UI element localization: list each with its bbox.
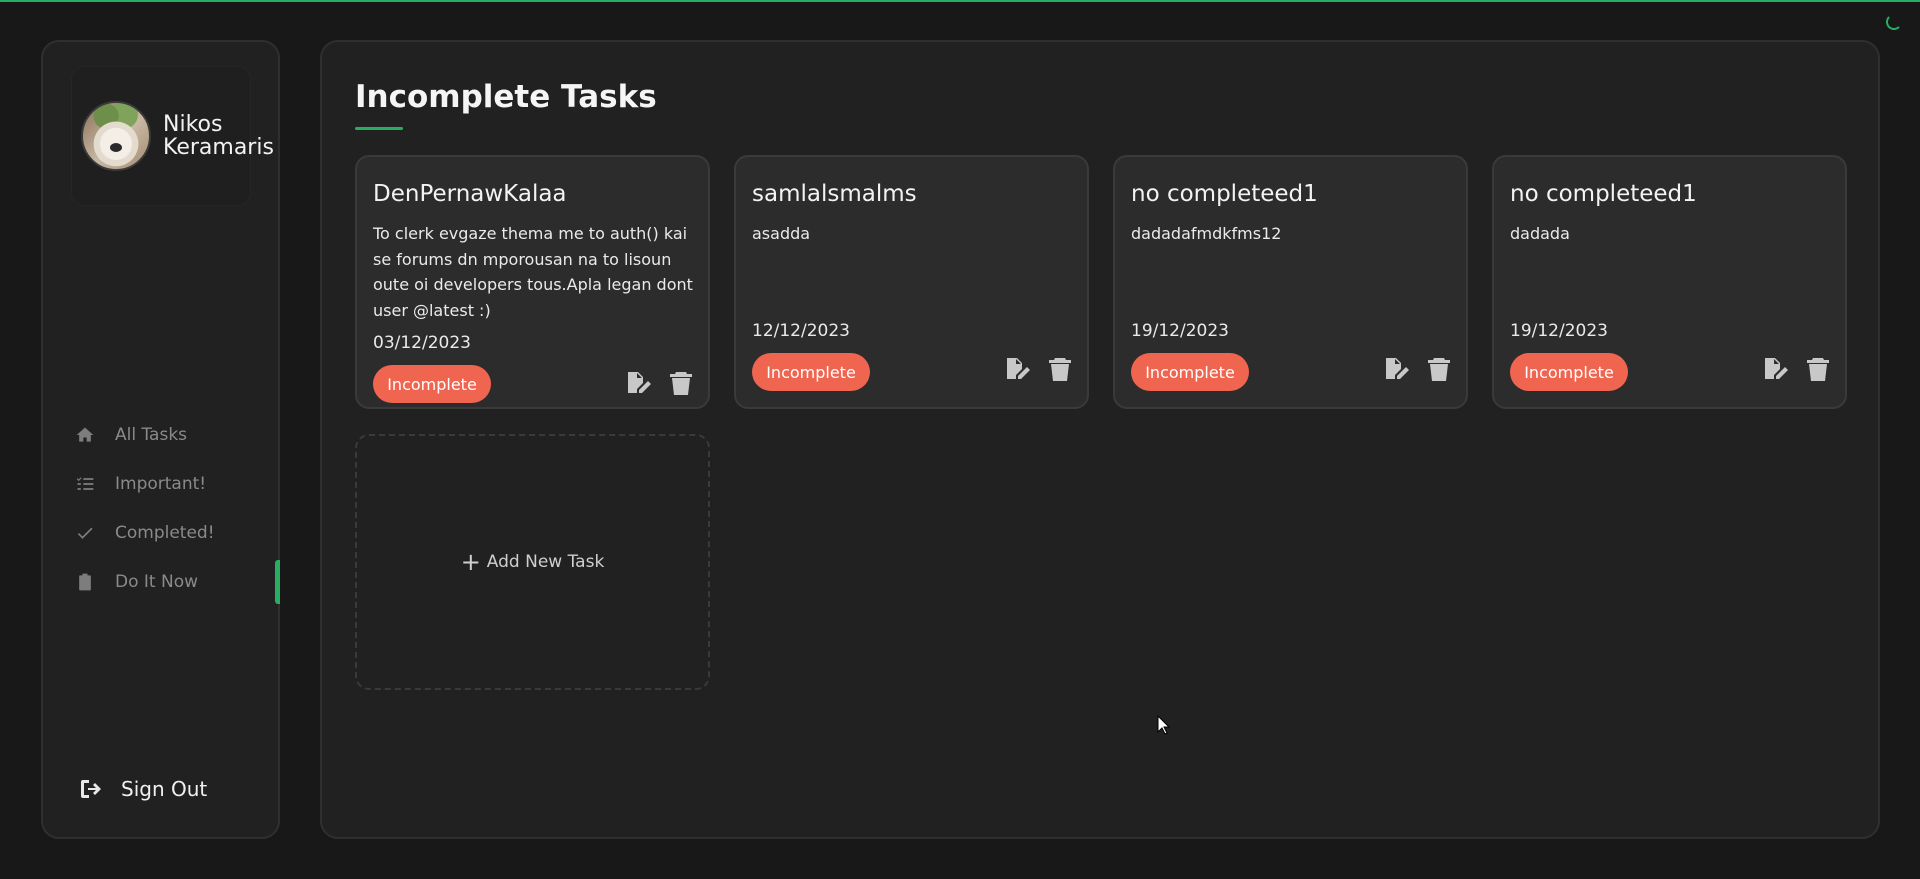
sign-out-button[interactable]: Sign Out — [79, 777, 207, 801]
sidebar-item-label: Completed! — [115, 523, 215, 543]
task-title: no completeed1 — [1510, 181, 1697, 207]
task-actions — [1763, 357, 1831, 381]
task-description: dadadafmdkfms12 — [1131, 224, 1282, 243]
loading-progress-bar — [0, 0, 1920, 2]
trash-icon[interactable] — [1047, 357, 1073, 381]
task-date: 19/12/2023 — [1131, 321, 1229, 341]
edit-icon[interactable] — [626, 371, 652, 395]
task-card: samlalsmalms asadda 12/12/2023 Incomplet… — [734, 155, 1089, 409]
home-icon — [76, 427, 94, 442]
status-button[interactable]: Incomplete — [1131, 353, 1249, 391]
task-date: 03/12/2023 — [373, 333, 471, 353]
sign-out-icon — [81, 780, 101, 798]
sidebar-item-label: All Tasks — [115, 425, 188, 445]
task-description: dadada — [1510, 224, 1570, 243]
add-task-label: Add New Task — [486, 552, 605, 572]
sidebar-item-label: Important! — [115, 474, 207, 494]
task-actions — [626, 371, 694, 395]
task-date: 12/12/2023 — [752, 321, 850, 341]
trash-icon[interactable] — [668, 371, 694, 395]
title-underline — [355, 127, 403, 130]
plus-icon: + — [460, 548, 481, 576]
user-name: Nikos Keramaris — [163, 112, 274, 160]
clipboard-icon — [79, 573, 91, 591]
task-actions — [1384, 357, 1452, 381]
check-icon — [77, 527, 93, 539]
sidebar: Nikos Keramaris All Tasks Important! Com… — [41, 40, 280, 839]
task-actions — [1005, 357, 1073, 381]
mouse-cursor-icon — [1157, 715, 1171, 735]
task-title: DenPernawKalaa — [373, 181, 567, 207]
edit-icon[interactable] — [1384, 357, 1410, 381]
status-button[interactable]: Incomplete — [752, 353, 870, 391]
task-title: samlalsmalms — [752, 181, 917, 207]
edit-icon[interactable] — [1005, 357, 1031, 381]
user-profile[interactable]: Nikos Keramaris — [71, 66, 274, 206]
page-title: Incomplete Tasks — [355, 79, 657, 115]
task-card: no completeed1 dadadafmdkfms12 19/12/202… — [1113, 155, 1468, 409]
trash-icon[interactable] — [1805, 357, 1831, 381]
sidebar-item-all-tasks[interactable]: All Tasks — [43, 412, 278, 458]
sidebar-item-label: Do It Now — [115, 572, 198, 592]
trash-icon[interactable] — [1426, 357, 1452, 381]
task-card: no completeed1 dadada 19/12/2023 Incompl… — [1492, 155, 1847, 409]
sidebar-item-important[interactable]: Important! — [43, 461, 278, 507]
task-description: asadda — [752, 224, 811, 243]
task-date: 19/12/2023 — [1510, 321, 1608, 341]
task-description: To clerk evgaze thema me to auth() kai s… — [373, 224, 693, 320]
list-check-icon — [76, 477, 94, 490]
status-button[interactable]: Incomplete — [373, 365, 491, 403]
sidebar-item-completed[interactable]: Completed! — [43, 510, 278, 556]
task-title: no completeed1 — [1131, 181, 1318, 207]
task-card: DenPernawKalaa To clerk evgaze thema me … — [355, 155, 710, 409]
sign-out-label: Sign Out — [121, 777, 208, 801]
status-button[interactable]: Incomplete — [1510, 353, 1628, 391]
sidebar-item-do-it-now[interactable]: Do It Now — [43, 559, 280, 605]
edit-icon[interactable] — [1763, 357, 1789, 381]
main-panel: Incomplete Tasks DenPernawKalaa To clerk… — [320, 40, 1880, 839]
add-task-button[interactable]: + Add New Task — [355, 434, 710, 690]
loading-spinner-icon — [1886, 14, 1902, 30]
avatar — [81, 101, 151, 171]
